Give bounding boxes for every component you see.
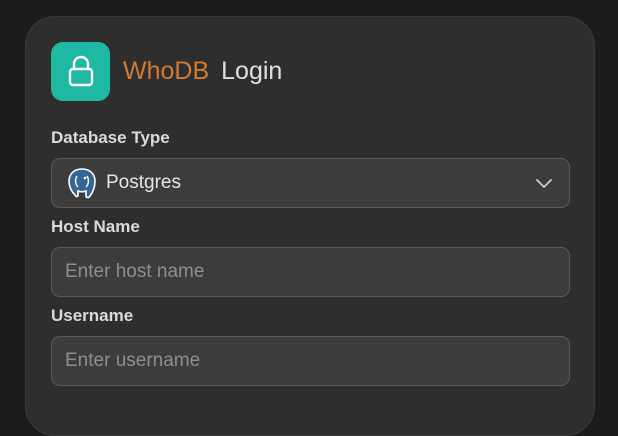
login-card: WhoDB Login Database Type Postgres Host … xyxy=(25,16,595,436)
chevron-down-icon xyxy=(535,174,553,192)
username-input[interactable] xyxy=(52,337,569,385)
page-title: Login xyxy=(221,56,283,85)
host-name-input[interactable] xyxy=(52,248,569,296)
login-header: WhoDB Login xyxy=(51,41,282,101)
host-name-label: Host Name xyxy=(51,217,140,236)
postgres-elephant-icon xyxy=(65,166,99,200)
username-field xyxy=(51,336,570,386)
database-type-label: Database Type xyxy=(51,128,170,147)
database-type-select[interactable]: Postgres xyxy=(51,158,570,208)
lock-icon xyxy=(51,41,110,101)
database-type-value: Postgres xyxy=(106,172,181,193)
brand-name: WhoDB xyxy=(123,56,210,85)
host-name-field xyxy=(51,247,570,297)
username-label: Username xyxy=(51,306,134,325)
